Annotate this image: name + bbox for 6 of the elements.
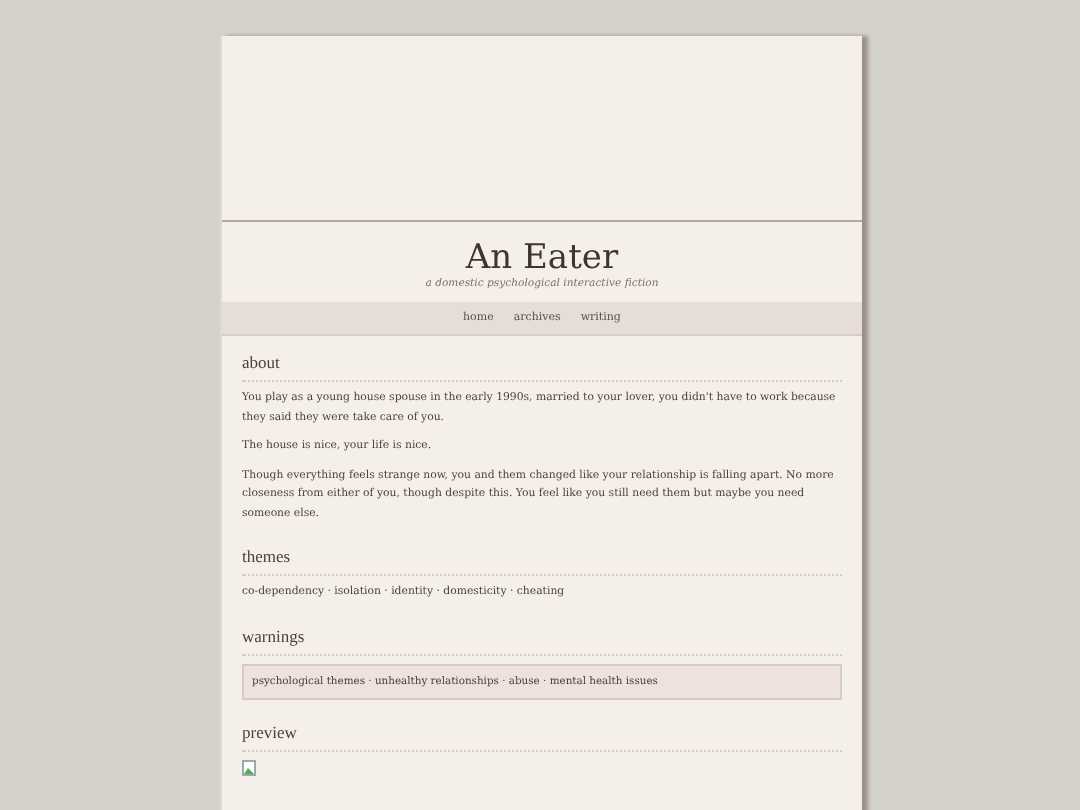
- broken-image-icon: [242, 759, 256, 775]
- site-title: An Eater: [463, 238, 621, 278]
- section-heading: about: [242, 352, 842, 382]
- section-heading: warnings: [242, 625, 842, 655]
- section-heading: preview: [242, 721, 842, 751]
- section-heading: themes: [242, 546, 842, 576]
